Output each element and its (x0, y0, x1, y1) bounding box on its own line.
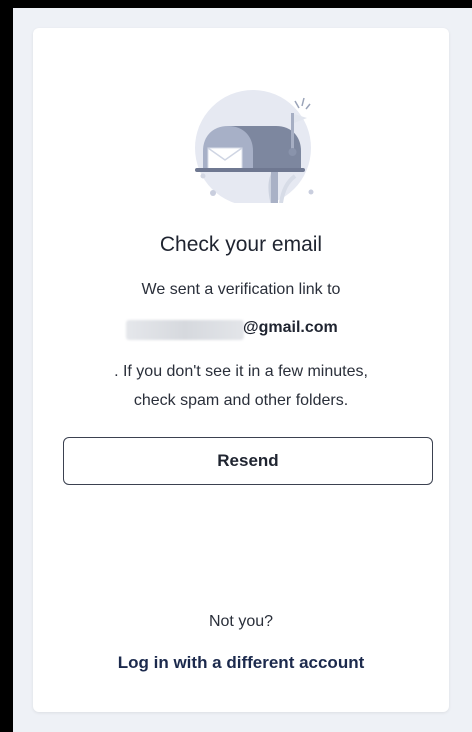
login-different-account-link[interactable]: Log in with a different account (33, 653, 449, 673)
email-redacted-blur (126, 320, 244, 340)
verification-card: Check your email We sent a verification … (33, 28, 449, 712)
info-text-line-2: check spam and other folders. (133, 392, 349, 409)
email-domain: @gmail.com (243, 319, 338, 336)
info-text-line-1: . If you don't see it in a few minutes, (114, 363, 368, 380)
page-title: Check your email (159, 233, 323, 256)
mailbox-icon (195, 90, 314, 203)
page-background: Check your email We sent a verification … (13, 8, 472, 732)
not-you-text: Not you? (208, 613, 274, 630)
resend-button[interactable]: Resend (63, 437, 433, 485)
email-address: @gmail.com (33, 318, 449, 342)
sent-text: We sent a verification link to (141, 281, 341, 298)
